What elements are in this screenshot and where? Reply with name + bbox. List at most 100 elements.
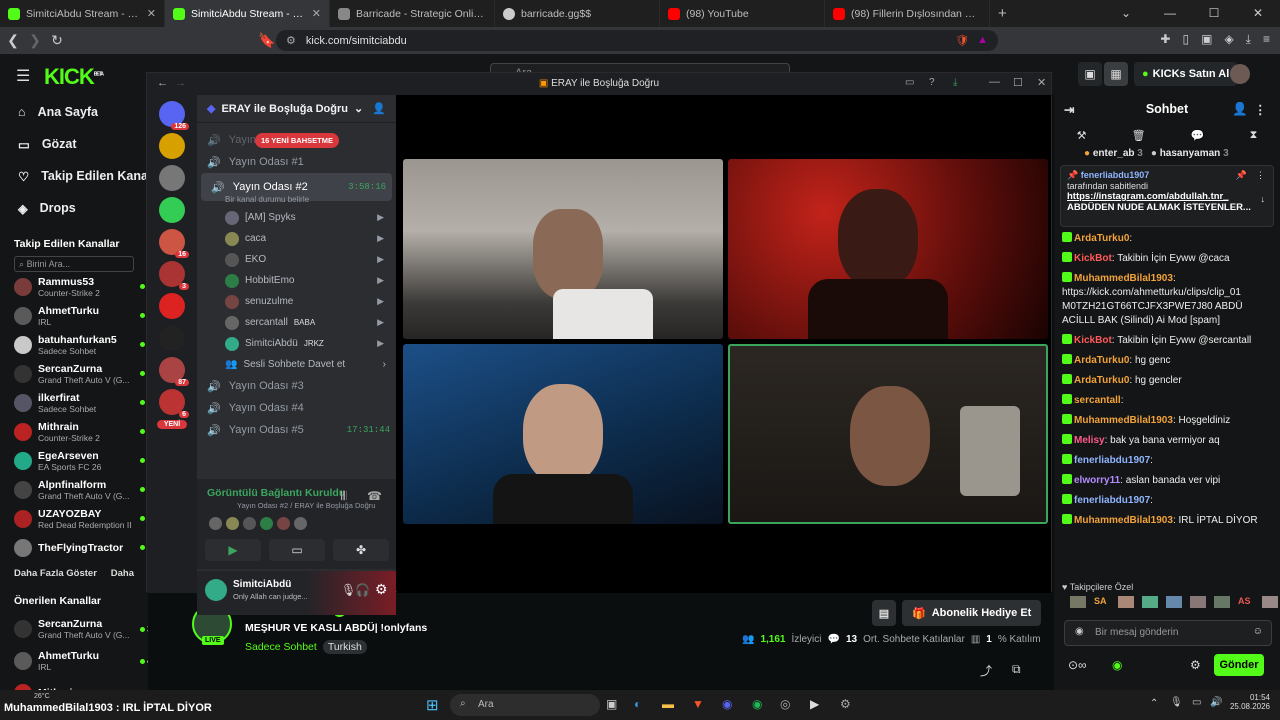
nav-drops[interactable]: ◈ Drops [0, 192, 148, 224]
delete-icon[interactable]: 🗑 [1132, 129, 1146, 142]
media-player-icon[interactable]: ▶ [810, 697, 819, 711]
server-icon[interactable]: 6 [159, 389, 189, 418]
video-tile[interactable] [403, 344, 723, 524]
avatar[interactable] [205, 579, 227, 601]
browser-tab[interactable]: SimitciAbdu Stream - Watch Live on Kick✕ [0, 0, 165, 27]
kick-logo[interactable]: KICKBETA [44, 64, 104, 90]
url-field[interactable]: ⚙ kick.com/simitciabdu 🛡 ▲ [276, 30, 998, 51]
hamburger-menu-icon[interactable]: ☰ [16, 66, 30, 86]
voice-channel[interactable]: 🔊 Yayın Odası #3 [197, 375, 396, 397]
chat-message[interactable]: MuhammedBilal1903: https://kick.com/ahme… [1054, 269, 1280, 331]
minimize-icon[interactable]: — [989, 76, 1000, 88]
browser-tab-active[interactable]: SimitciAbdu Stream - Watch Live on Kick✕ [165, 0, 330, 27]
send-button[interactable]: Gönder [1214, 654, 1264, 676]
minimize-icon[interactable]: — [1148, 0, 1192, 27]
chat-input[interactable]: ◉ Bir mesaj gönderin ☺ [1064, 620, 1272, 646]
category-link[interactable]: Sadece Sohbet [245, 641, 317, 653]
channel-item[interactable]: Rammus53 Counter-Strike 2 [0, 272, 148, 301]
tray-chevron-icon[interactable]: ⌃ [1150, 698, 1158, 709]
server-icon[interactable]: 3 [159, 261, 189, 290]
gift-sub-button[interactable]: 🎁 Abonelik Hediye Et [902, 600, 1042, 626]
steam-icon[interactable]: ◎ [780, 697, 790, 711]
camera-button[interactable]: ▶ [205, 539, 261, 561]
disconnect-icon[interactable]: ☎ [367, 489, 382, 503]
server-icon[interactable]: 16 [159, 229, 189, 258]
server-icon[interactable] [159, 197, 185, 223]
download-icon[interactable]: ⤓ [1246, 32, 1251, 47]
user-avatar[interactable] [1230, 64, 1250, 84]
tab-list-icon[interactable]: ⌄ [1104, 0, 1148, 27]
server-icon[interactable] [159, 133, 185, 159]
chat-message[interactable]: ArdaTurku0: [1054, 229, 1280, 249]
site-info-icon[interactable]: ⚙ [286, 34, 296, 47]
screen-share-button[interactable]: ▭ [269, 539, 325, 561]
mod-hammer-icon[interactable]: ⚒ [1077, 129, 1087, 142]
nav-following[interactable]: ♡ Takip Edilen Kanallar [0, 160, 167, 192]
video-tile[interactable] [728, 159, 1048, 339]
close-icon[interactable]: ✕ [1236, 0, 1280, 27]
menu-icon[interactable]: ≡ [1263, 32, 1270, 47]
brave-rewards-icon[interactable]: ▲ [977, 34, 988, 47]
server-icon[interactable] [159, 325, 185, 351]
kick-coin-icon[interactable]: ◉ [1112, 658, 1122, 672]
reload-icon[interactable]: ↻ [46, 32, 68, 49]
volume-icon[interactable]: 🔊 [1210, 697, 1222, 708]
weather-widget[interactable]: 26°C [34, 693, 50, 700]
close-tab-icon[interactable]: ✕ [312, 7, 321, 20]
channel-status[interactable]: Bir kanal durumu belirle [197, 195, 396, 207]
voice-user[interactable]: senuzulme ▶ [197, 291, 396, 312]
brave-shield-icon[interactable]: 🛡 [955, 34, 969, 47]
emote[interactable] [1262, 596, 1278, 608]
download-icon[interactable]: ⤓ [953, 77, 957, 88]
chat-settings-icon[interactable]: ⚙ [1190, 658, 1201, 672]
chat-mode-icon[interactable]: 💬 [1191, 129, 1205, 142]
sidebar-icon[interactable]: ▯ [1182, 32, 1189, 47]
invite-voice-button[interactable]: 👥 Sesli Sohbete Davet et › [197, 354, 396, 375]
chevron-down-icon[interactable]: ⌄ [354, 102, 363, 115]
noise-icon[interactable]: 𝄃𝄃 [341, 489, 346, 504]
expand-icon[interactable]: ↓ [1261, 194, 1266, 204]
maximize-icon[interactable]: ☐ [1192, 0, 1236, 27]
voice-channel[interactable]: 🔊 Yayın Odası #1 [197, 151, 396, 173]
channel-item[interactable]: SercanZurnaGrand Theft Auto V (G... 3 B [0, 613, 162, 645]
activities-button[interactable]: ✤ [333, 539, 389, 561]
collapse-chat-icon[interactable]: ⇥ [1064, 102, 1074, 117]
voice-channel[interactable]: 🔊 Yayın Odası #5 17:31:44 [197, 419, 396, 441]
emote[interactable]: AS [1238, 596, 1254, 608]
voice-channel[interactable]: 🔊 Yayın Odası #4 [197, 397, 396, 419]
server-icon[interactable] [159, 293, 185, 319]
browser-tab[interactable]: Barricade - Strategic Online Board Game [330, 0, 495, 27]
voice-status[interactable]: Görüntülü Bağlantı Kuruldu [207, 487, 345, 499]
gifter[interactable]: ● enter_ab 3 [1084, 148, 1143, 159]
vpn-icon[interactable]: ◈ [1224, 32, 1233, 47]
chat-message[interactable]: elworry11: aslan banada ver vipi [1054, 471, 1280, 491]
voice-user[interactable]: SimitciAbdü JRKZ ▶ [197, 333, 396, 354]
server-icon[interactable] [159, 165, 185, 191]
channel-item[interactable]: batuhanfurkan5 Sadece Sohbet [0, 330, 148, 359]
wallet-icon[interactable]: ▣ [1201, 32, 1212, 47]
new-tab-icon[interactable]: + [998, 5, 1007, 22]
show-less-button[interactable]: Daha [111, 568, 134, 579]
brave-icon[interactable]: ▼ [692, 697, 704, 711]
clock[interactable]: 01:54 25.08.2026 [1222, 693, 1270, 711]
show-more-button[interactable]: Daha Fazla Göster [14, 568, 97, 579]
channel-item[interactable]: UZAYOZBAY Red Dead Redemption II [0, 504, 148, 533]
more-icon[interactable]: ⋮ [1256, 170, 1265, 181]
close-icon[interactable]: ✕ [1037, 76, 1046, 89]
emote[interactable]: SA [1094, 596, 1110, 608]
chat-message[interactable]: ArdaTurku0: hg gencler [1054, 371, 1280, 391]
server-name[interactable]: ERAY ile Boşluğa Doğru [221, 103, 348, 115]
voice-user[interactable]: EKO ▶ [197, 249, 396, 270]
gifter[interactable]: ● hasanyaman 3 [1151, 148, 1229, 159]
windows-start-icon[interactable]: ⊞ [426, 696, 439, 714]
emote[interactable] [1070, 596, 1086, 608]
mention-badge[interactable]: 16 YENİ BAHSETME [255, 133, 339, 148]
points-icon[interactable]: ⊙∞ [1068, 658, 1087, 672]
nav-home[interactable]: ⌂ Ana Sayfa [0, 96, 148, 128]
headphone-icon[interactable]: 🎧 [355, 583, 370, 597]
chat-message[interactable]: fenerliabdu1907: [1054, 451, 1280, 471]
browser-tab[interactable]: (98) Fillerin Dışlosından elde edilen D [825, 0, 990, 27]
voice-user[interactable]: [AM] Spyks ▶ [197, 207, 396, 228]
chat-message[interactable]: Melisy: bak ya bana vermiyor aq [1054, 431, 1280, 451]
channel-item[interactable]: SercanZurna Grand Theft Auto V (G... [0, 359, 148, 388]
